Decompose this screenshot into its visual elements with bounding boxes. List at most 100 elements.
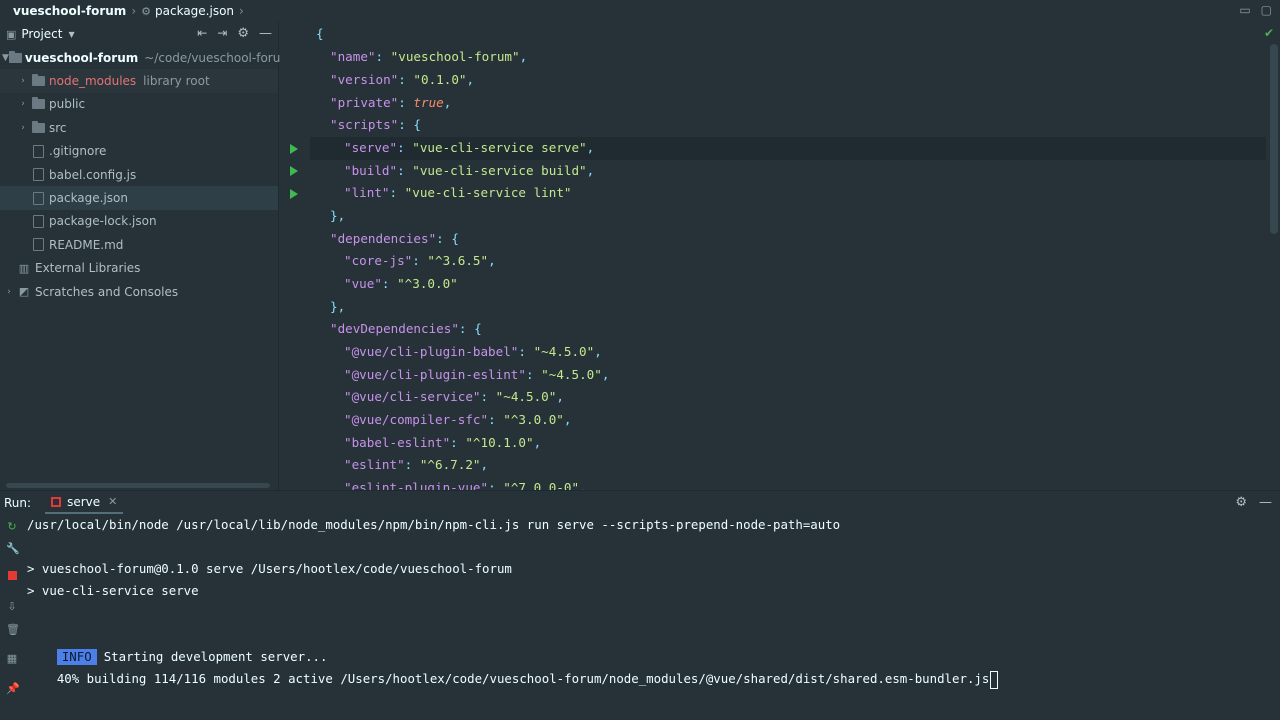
tree-item-hint: library root: [143, 74, 210, 89]
code-line: "private": true,: [330, 95, 452, 110]
tree-item-label: public: [49, 97, 86, 112]
code-line: "scripts": {: [330, 117, 422, 132]
chevron-down-icon[interactable]: ▼: [2, 53, 9, 63]
breadcrumb-separator: ›: [239, 4, 244, 18]
breadcrumb-file[interactable]: package.json: [155, 4, 234, 18]
run-label: Run:: [4, 495, 32, 510]
tree-item-babel-config[interactable]: babel.config.js: [0, 163, 278, 186]
code-editor[interactable]: ✔ { "name": "vueschool-forum", "version"…: [280, 22, 1280, 490]
run-toolbar: ↻ 🔧 ⇩ 🗑 ▦ 📌: [0, 514, 24, 719]
json-file-icon: ⚙: [141, 4, 152, 18]
library-icon: ▥: [18, 261, 30, 275]
console-info-line: INFO Starting development server...: [27, 624, 327, 665]
breadcrumb-separator: ›: [131, 4, 137, 18]
code-line: "core-js": "^3.6.5",: [344, 253, 496, 268]
tree-item-public[interactable]: › public: [0, 93, 278, 116]
markdown-file-icon: [30, 238, 46, 252]
window-layout-icon[interactable]: ▭: [1239, 3, 1250, 17]
trash-icon[interactable]: 🗑: [6, 624, 20, 636]
run-script-icon[interactable]: [290, 189, 298, 199]
code-line: "lint": "vue-cli-service lint": [344, 185, 572, 200]
console-line: > vueschool-forum@0.1.0 serve /Users/hoo…: [27, 561, 512, 576]
check-icon: ✔: [1263, 26, 1274, 40]
run-script-icon[interactable]: [290, 166, 298, 176]
code-line: },: [330, 299, 346, 314]
folder-icon: [30, 74, 46, 88]
tree-item-node-modules[interactable]: › node_modules library root: [0, 69, 278, 93]
close-icon[interactable]: ✕: [108, 495, 117, 508]
tree-item-readme[interactable]: README.md: [0, 233, 278, 256]
tab-serve[interactable]: serve ✕: [45, 491, 124, 514]
project-panel-header: ▣ Project ▼ ⇤ ⇥ ⚙ —: [0, 22, 278, 46]
code-line: "devDependencies": {: [330, 321, 482, 336]
run-panel-header: Run: serve ✕ ⚙ —: [0, 491, 1280, 514]
code-line: "dependencies": {: [330, 231, 459, 246]
code-line: "eslint": "^6.7.2",: [344, 457, 489, 472]
tree-item-package-json[interactable]: package.json: [0, 186, 278, 210]
text-cursor[interactable]: [990, 670, 999, 689]
minimize-icon[interactable]: —: [1259, 495, 1272, 510]
wrench-icon[interactable]: 🔧: [6, 543, 20, 555]
collapse-all-icon[interactable]: ⇤: [197, 26, 207, 41]
console-line: > vue-cli-service serve: [27, 583, 199, 598]
chevron-right-icon[interactable]: ›: [16, 123, 30, 133]
console-command: /usr/local/bin/node /usr/local/lib/node_…: [27, 517, 841, 532]
vertical-scrollbar[interactable]: [1270, 44, 1278, 234]
tree-item-package-lock[interactable]: package-lock.json: [0, 210, 278, 233]
tree-item-label: node_modules: [49, 74, 137, 89]
chevron-down-icon[interactable]: ▼: [68, 30, 74, 39]
tree-item-gitignore[interactable]: .gitignore: [0, 140, 278, 163]
code-line: "babel-eslint": "^10.1.0",: [344, 435, 542, 450]
tree-item-label: babel.config.js: [49, 167, 137, 182]
code-line-current: "serve": "vue-cli-service serve",: [310, 137, 1266, 160]
folder-icon: [30, 120, 46, 135]
code-line: "@vue/cli-service": "~4.5.0",: [344, 389, 564, 404]
maximize-icon[interactable]: ▢: [1261, 3, 1272, 17]
code-line: "@vue/cli-plugin-eslint": "~4.5.0",: [344, 367, 610, 382]
code-line: "@vue/cli-plugin-babel": "~4.5.0",: [344, 344, 602, 359]
rerun-icon[interactable]: ↻: [6, 521, 18, 533]
code-line: "build": "vue-cli-service build",: [344, 163, 595, 178]
stop-icon[interactable]: [6, 571, 18, 583]
js-file-icon: [30, 168, 46, 182]
layout-icon[interactable]: ▦: [6, 653, 18, 665]
horizontal-scrollbar[interactable]: [6, 483, 270, 488]
code-line: "vue": "^3.0.0": [344, 276, 458, 291]
code-line: {: [316, 26, 324, 41]
scroll-to-end-icon[interactable]: ⇩: [6, 601, 18, 613]
json-file-icon: [30, 214, 46, 228]
tree-item-label: src: [49, 120, 67, 135]
run-panel: Run: serve ✕ ⚙ — ↻ 🔧 ⇩ 🗑 ▦ 📌 /usr/local/…: [0, 490, 1280, 720]
minimize-icon[interactable]: —: [259, 26, 272, 41]
code-line: "version": "0.1.0",: [330, 72, 475, 87]
chevron-right-icon[interactable]: ›: [16, 76, 30, 86]
tree-item-external-libraries[interactable]: ▥ External Libraries: [0, 257, 278, 280]
tree-root[interactable]: ▼ vueschool-forum ~/code/vueschool-forum: [0, 46, 292, 69]
code-line: "name": "vueschool-forum",: [330, 49, 528, 64]
tree-item-label: Scratches and Consoles: [35, 284, 179, 299]
tree-item-label: README.md: [49, 237, 124, 252]
expand-all-icon[interactable]: ⇥: [217, 26, 227, 41]
breadcrumb-project[interactable]: vueschool-forum: [13, 4, 126, 18]
tab-label: serve: [67, 494, 101, 509]
chevron-right-icon[interactable]: ›: [2, 287, 16, 297]
gear-icon[interactable]: ⚙: [1235, 495, 1247, 510]
chevron-right-icon[interactable]: ›: [16, 99, 30, 109]
console-progress-line: 40% building 114/116 modules 2 active /U…: [27, 646, 999, 689]
json-file-icon: [30, 191, 46, 205]
code-line: "eslint-plugin-vue": "^7.0.0-0",: [344, 480, 587, 490]
run-script-icon[interactable]: [290, 144, 298, 154]
project-view-title[interactable]: Project: [21, 27, 62, 41]
code-line: },: [330, 208, 346, 223]
editor-gutter: [280, 22, 310, 490]
scratches-icon: ◩: [18, 285, 30, 299]
progress-text: 40% building 114/116 modules 2 active /U…: [56, 671, 990, 686]
folder-icon: [8, 50, 22, 65]
file-icon: [30, 144, 46, 158]
tree-item-src[interactable]: › src: [0, 116, 278, 139]
pin-icon[interactable]: 📌: [6, 683, 20, 695]
gear-icon[interactable]: ⚙: [237, 26, 249, 41]
navigation-bar: vueschool-forum › ⚙ package.json › ▭ ▢: [0, 0, 1280, 22]
tree-item-scratches[interactable]: › ◩ Scratches and Consoles: [0, 280, 278, 303]
root-path: ~/code/vueschool-forum: [144, 50, 293, 65]
